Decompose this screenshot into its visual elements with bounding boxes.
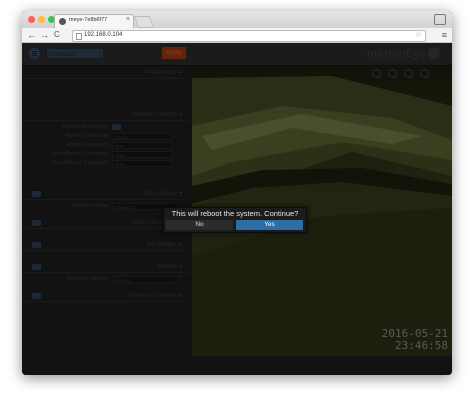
reload-button[interactable]: C [54, 29, 60, 41]
tab-close-icon[interactable]: × [126, 16, 130, 23]
forward-button[interactable]: → [40, 29, 49, 41]
back-button[interactable]: ← [27, 29, 36, 41]
url-text[interactable]: 192.168.0.104 [84, 32, 122, 38]
no-button[interactable]: No [166, 220, 233, 230]
page-icon [76, 33, 82, 40]
minimize-window-icon[interactable] [38, 16, 45, 23]
new-tab-button[interactable] [133, 16, 155, 28]
yes-button[interactable]: Yes [236, 220, 303, 230]
tab-title: meye-7e8b6f77 [69, 17, 108, 23]
reboot-confirm-dialog: This will reboot the system. Continue? N… [163, 207, 307, 233]
browser-menu-icon[interactable]: ≡ [442, 29, 447, 41]
profile-icon[interactable] [434, 14, 446, 25]
tab-bar: meye-7e8b6f77 × [22, 11, 452, 28]
address-bar[interactable]: 192.168.0.104 ☆ [72, 30, 426, 42]
browser-tab[interactable]: meye-7e8b6f77 × [54, 14, 134, 28]
favicon-icon [59, 18, 66, 25]
bookmark-star-icon[interactable]: ☆ [415, 30, 422, 39]
close-window-icon[interactable] [28, 16, 35, 23]
dialog-message: This will reboot the system. Continue? [171, 209, 299, 218]
browser-toolbar: ← → C 192.168.0.104 ☆ ≡ [22, 28, 452, 43]
browser-window: meye-7e8b6f77 × ← → C 192.168.0.104 ☆ ≡ … [22, 11, 452, 375]
motioneye-page: Camera1 ▾ Apply motionEye Preferences ▸ … [22, 43, 452, 375]
